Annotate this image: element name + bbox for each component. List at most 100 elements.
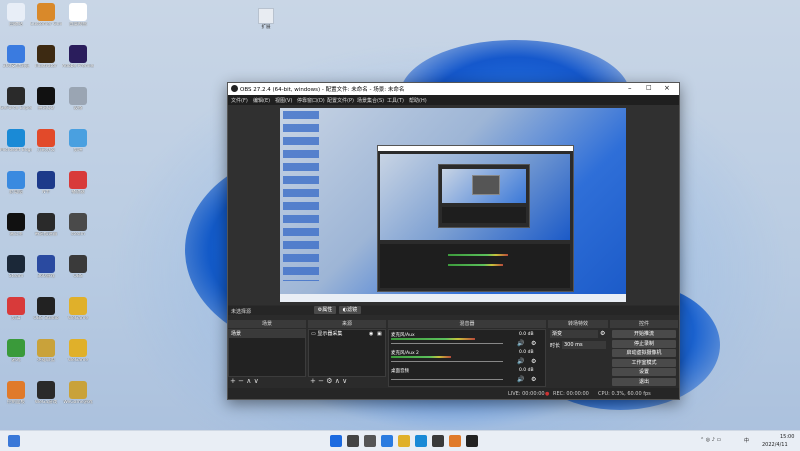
desktop-file[interactable]: 扩展 <box>255 8 277 30</box>
move-up-icon[interactable]: ∧ <box>335 377 340 385</box>
desktop-icon-label: 英雄联盟 <box>37 358 55 363</box>
channel-settings-icon[interactable]: ⚙ <box>531 340 536 347</box>
desktop-icon[interactable]: Microsoft Edge <box>0 129 32 153</box>
desktop-icon[interactable]: WeGame <box>62 339 94 363</box>
ime-indicator[interactable]: 中 <box>744 437 749 444</box>
desktop-icon[interactable]: 控制面板 <box>0 381 32 405</box>
volume-icon[interactable]: 🔊 <box>517 340 524 347</box>
properties-button[interactable]: ⚙属性 <box>314 306 336 314</box>
qq-icon[interactable] <box>449 435 461 447</box>
desktop-icon[interactable]: steam <box>62 213 94 237</box>
remove-source-icon[interactable]: − <box>318 377 324 385</box>
app-icon <box>69 3 87 21</box>
close-icon[interactable]: × <box>664 84 670 92</box>
menu-item[interactable]: 视图(V) <box>275 97 292 104</box>
app-icon <box>69 255 87 273</box>
desktop-icon[interactable]: GeForce Experience <box>0 87 32 111</box>
control-button[interactable]: 开始推流 <box>612 330 676 338</box>
maximize-icon[interactable]: □ <box>646 84 652 91</box>
tray-icons[interactable]: ⌃ ◎ ♪ ▭ <box>700 437 721 443</box>
title-bar[interactable]: OBS 27.2.4 (64-bit, windows) - 配置文件: 未命名… <box>228 83 679 95</box>
volume-meter <box>391 356 451 358</box>
scene-item[interactable]: 场景 <box>229 330 305 338</box>
channel-settings-icon[interactable]: ⚙ <box>531 376 536 383</box>
clock-time[interactable]: 15:00 <box>780 434 794 440</box>
start-icon[interactable] <box>330 435 342 447</box>
transition-settings-icon[interactable]: ⚙ <box>600 330 605 337</box>
desktop-icon[interactable]: 剪映 <box>62 129 94 153</box>
desktop-icon[interactable]: 设备 <box>62 87 94 111</box>
eye-icon[interactable]: ◉ <box>369 330 373 338</box>
desktop-icon[interactable]: 游戏 <box>0 339 32 363</box>
menu-item[interactable]: 配置文件(P) <box>327 97 354 104</box>
volume-icon[interactable]: 🔊 <box>517 358 524 365</box>
desktop-icon-label: 蒲公英 <box>9 232 23 237</box>
desktop-icon[interactable]: Adobe Premiere <box>62 45 94 69</box>
scenes-list[interactable]: 场景 <box>228 329 306 377</box>
desktop-icon-label: 腾讯QQ <box>37 106 55 111</box>
volume-slider[interactable] <box>391 343 503 344</box>
channel-settings-icon[interactable]: ⚙ <box>531 358 536 365</box>
control-button[interactable]: 退出 <box>612 377 676 386</box>
transition-select[interactable]: 渐变 <box>550 330 598 338</box>
desktop-icon[interactable]: Customer Guide <box>30 3 62 27</box>
desktop-icon[interactable]: 播放器 <box>62 171 94 195</box>
desktop-icon[interactable]: N卡 <box>30 171 62 195</box>
desktop-icon[interactable]: WeGa游戏 <box>30 381 62 405</box>
edge-icon[interactable] <box>415 435 427 447</box>
volume-slider[interactable] <box>391 379 503 380</box>
obs-icon[interactable] <box>466 435 478 447</box>
desktop-icon[interactable]: 360游戏 <box>30 255 62 279</box>
desktop-icon[interactable]: Illustrator <box>30 45 62 69</box>
search-icon[interactable] <box>347 435 359 447</box>
desktop-icon[interactable]: 万彩办公 <box>30 129 62 153</box>
desktop-icon[interactable]: WeGame游戏 <box>62 381 94 405</box>
volume-slider[interactable] <box>391 361 503 362</box>
sources-list[interactable]: ▭ 显示器采集 ◉ ▣ <box>308 329 386 377</box>
obs-window[interactable]: OBS 27.2.4 (64-bit, windows) - 配置文件: 未命名… <box>227 82 680 400</box>
desktop-icon[interactable]: 360安全浏览 <box>0 45 32 69</box>
control-button[interactable]: 启动虚拟摄像机 <box>612 349 676 357</box>
desktop-icon[interactable]: 奇游加速器 <box>30 213 62 237</box>
settings-icon[interactable]: ⚙ <box>326 377 332 385</box>
preview-area[interactable] <box>228 105 679 305</box>
control-button[interactable]: 停止录制 <box>612 339 676 348</box>
menu-item[interactable]: 帮助(H) <box>409 97 427 104</box>
remove-scene-icon[interactable]: − <box>238 377 244 385</box>
desktop-icon[interactable]: 回收站 <box>0 3 32 27</box>
desktop-icon[interactable]: OBS <box>62 255 94 279</box>
desktop-icon[interactable]: 剪辑 <box>0 297 32 321</box>
source-item[interactable]: ▭ 显示器采集 ◉ ▣ <box>309 330 385 338</box>
widgets-icon[interactable] <box>8 435 20 447</box>
move-down-icon[interactable]: ∨ <box>254 377 259 385</box>
menu-item[interactable]: 编辑(E) <box>253 97 270 104</box>
store-icon[interactable] <box>432 435 444 447</box>
control-button[interactable]: 设置 <box>612 368 676 376</box>
desktop-icon[interactable]: 蒲公英 <box>0 213 32 237</box>
add-source-icon[interactable]: + <box>310 377 316 385</box>
menu-item[interactable]: 停靠窗口(D) <box>297 97 325 104</box>
move-down-icon[interactable]: ∨ <box>342 377 347 385</box>
menu-item[interactable]: 文件(F) <box>231 97 248 104</box>
widgets-icon[interactable] <box>381 435 393 447</box>
menu-item[interactable]: 场景集合(S) <box>357 97 384 104</box>
desktop-icon[interactable]: 腾讯QQ <box>30 87 62 111</box>
control-button[interactable]: 工作室模式 <box>612 358 676 367</box>
task-view-icon[interactable] <box>364 435 376 447</box>
desktop-icon[interactable]: WeGame <box>62 297 94 321</box>
desktop-icon[interactable]: 英雄联盟 <box>30 339 62 363</box>
desktop-icon[interactable]: OBS Studio <box>30 297 62 321</box>
desktop-icon[interactable]: Steam <box>0 255 32 279</box>
explorer-icon[interactable] <box>398 435 410 447</box>
lock-icon[interactable]: ▣ <box>377 330 382 338</box>
minimize-icon[interactable]: – <box>628 84 632 92</box>
volume-icon[interactable]: 🔊 <box>517 376 524 383</box>
clock-date[interactable]: 2022/4/11 <box>762 442 788 448</box>
desktop-icon[interactable]: 此电脑 <box>0 171 32 195</box>
desktop-icon[interactable]: 百度网盘 <box>62 3 94 27</box>
duration-input[interactable]: 300 ms <box>562 341 606 349</box>
move-up-icon[interactable]: ∧ <box>246 377 251 385</box>
add-scene-icon[interactable]: + <box>230 377 236 385</box>
menu-item[interactable]: 工具(T) <box>387 97 404 104</box>
filters-button[interactable]: ◐滤镜 <box>339 306 361 314</box>
